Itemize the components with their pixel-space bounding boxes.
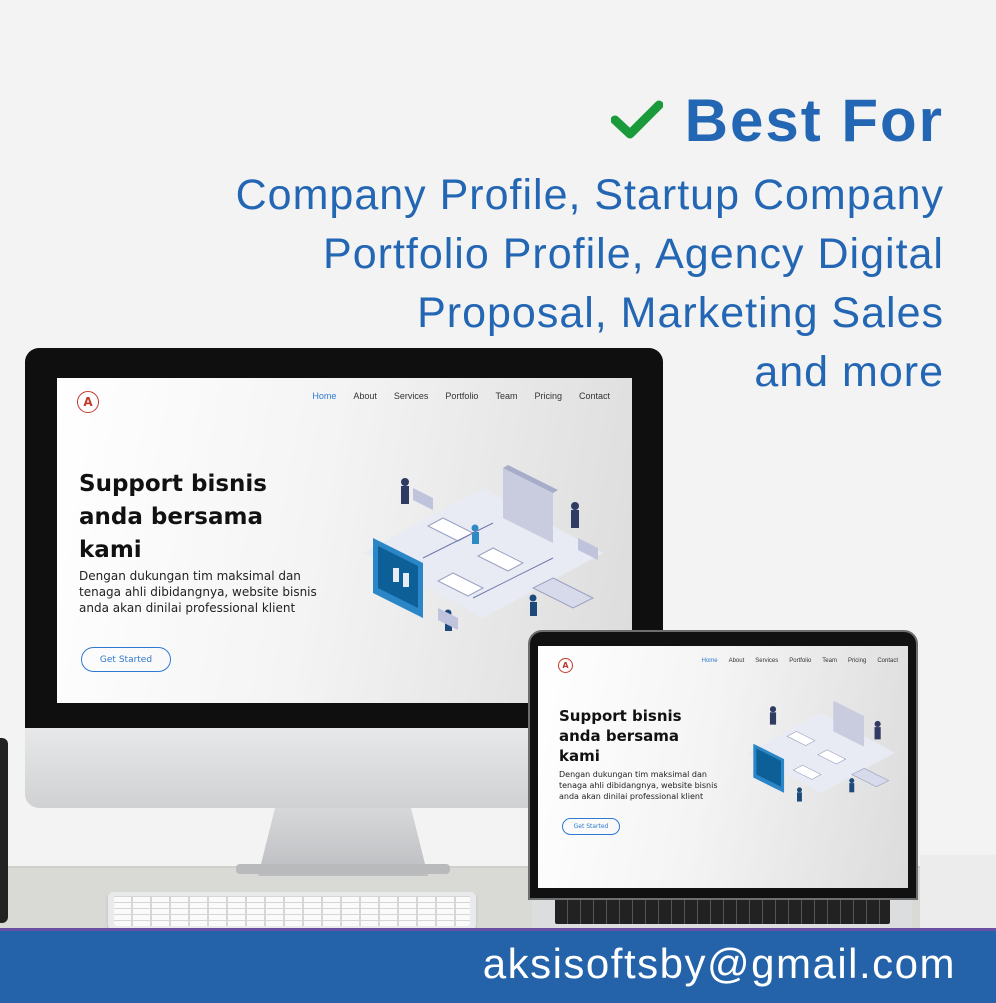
nav-services[interactable]: Services	[394, 391, 429, 401]
description-line: tenaga ahli dibidangnya, website bisnis	[559, 781, 718, 790]
nav-about[interactable]: About	[729, 658, 745, 664]
check-icon	[610, 100, 663, 140]
nav-about[interactable]: About	[353, 391, 377, 401]
site-logo[interactable]: A	[77, 391, 99, 413]
nav-pricing[interactable]: Pricing	[534, 391, 562, 401]
best-for-row: Best For	[236, 80, 944, 160]
nav-contact[interactable]: Contact	[579, 391, 610, 401]
contact-footer: aksisoftsby@gmail.com	[0, 928, 996, 1003]
nav-home[interactable]: Home	[312, 391, 336, 401]
use-case-line: Company Profile, Startup Company	[235, 171, 944, 219]
description-line: anda akan dinilai professional klient	[79, 601, 296, 615]
description-line: Dengan dukungan tim maksimal dan	[559, 770, 707, 779]
keyboard	[108, 892, 476, 930]
isometric-office-illustration	[747, 700, 895, 802]
headline-line: kami	[559, 747, 600, 765]
site-nav: Home About Services Portfolio Team Prici…	[702, 658, 898, 664]
get-started-button[interactable]: Get Started	[562, 818, 620, 835]
nav-contact[interactable]: Contact	[877, 658, 898, 664]
nav-portfolio[interactable]: Portfolio	[445, 391, 478, 401]
site-logo[interactable]: A	[558, 658, 573, 673]
headline-line: anda bersama	[79, 504, 263, 530]
nav-team[interactable]: Team	[822, 658, 837, 664]
best-for-title: Best For	[684, 86, 944, 154]
nav-services[interactable]: Services	[755, 658, 778, 664]
phone-edge	[0, 738, 8, 923]
laptop-keyboard	[555, 898, 890, 924]
headline-line: Support bisnis	[559, 707, 682, 725]
get-started-button[interactable]: Get Started	[81, 647, 171, 672]
site-headline: Support bisnis anda bersama kami	[79, 468, 267, 567]
imac-stand-base	[236, 864, 450, 874]
site-description: Dengan dukungan tim maksimal dan tenaga …	[79, 568, 317, 616]
laptop-screen: A Home About Services Portfolio Team Pri…	[538, 646, 908, 888]
headline-line: Support bisnis	[79, 471, 267, 497]
description-line: Dengan dukungan tim maksimal dan	[79, 569, 301, 583]
headline-line: anda bersama	[559, 727, 679, 745]
nav-team[interactable]: Team	[495, 391, 517, 401]
nav-portfolio[interactable]: Portfolio	[789, 658, 811, 664]
use-case-line: Proposal, Marketing Sales	[417, 289, 944, 337]
website-preview-laptop: A Home About Services Portfolio Team Pri…	[538, 646, 908, 888]
desk-background-right	[920, 855, 996, 930]
use-case-line: Portfolio Profile, Agency Digital	[323, 230, 944, 278]
nav-home[interactable]: Home	[702, 658, 718, 664]
laptop: A Home About Services Portfolio Team Pri…	[528, 630, 918, 900]
site-headline: Support bisnis anda bersama kami	[559, 706, 682, 766]
nav-pricing[interactable]: Pricing	[848, 658, 866, 664]
description-line: tenaga ahli dibidangnya, website bisnis	[79, 585, 317, 599]
site-nav: Home About Services Portfolio Team Prici…	[312, 391, 610, 401]
description-line: anda akan dinilai professional klient	[559, 792, 704, 801]
isometric-office-illustration	[363, 465, 603, 631]
site-description: Dengan dukungan tim maksimal dan tenaga …	[559, 769, 718, 802]
headline-line: kami	[79, 537, 142, 563]
contact-email[interactable]: aksisoftsby@gmail.com	[483, 940, 956, 988]
